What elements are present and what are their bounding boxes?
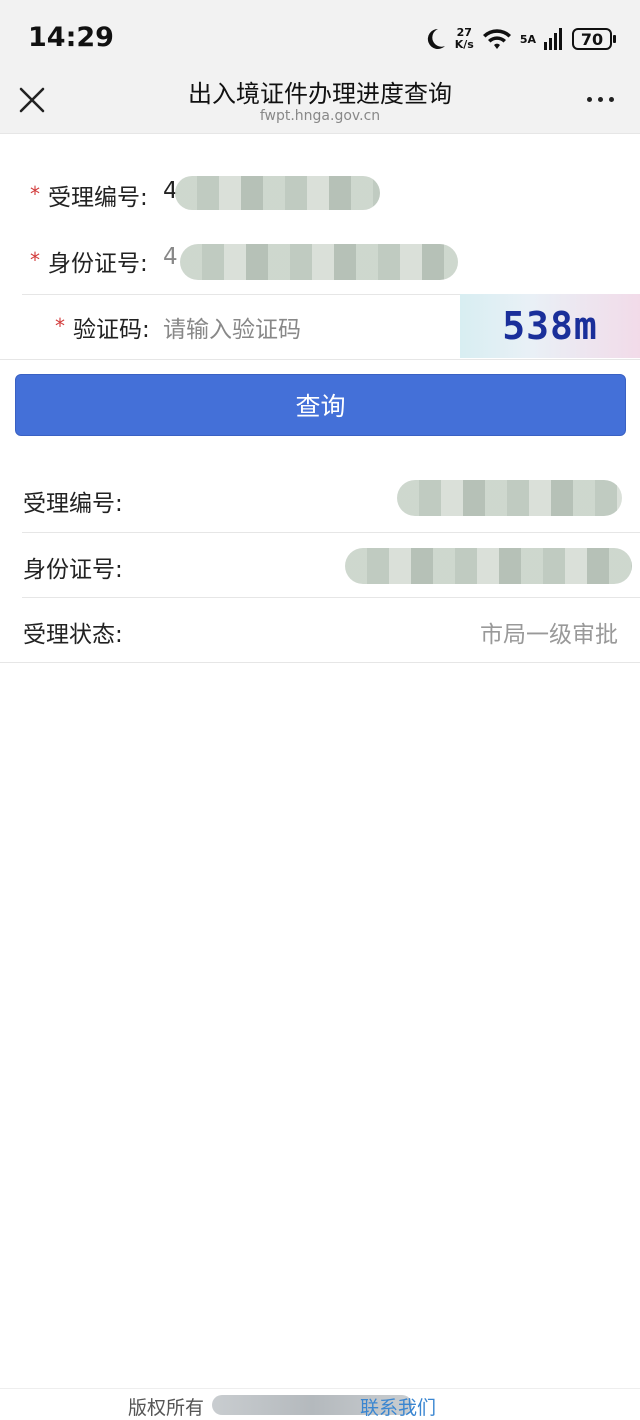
- id-no-label: 身份证号:: [48, 251, 148, 277]
- result-status-value: 市局一级审批: [480, 622, 618, 648]
- page-url: fwpt.hnga.gov.cn: [259, 108, 381, 124]
- status-time: 14:29: [28, 22, 114, 53]
- status-bar: 14:29 27 K/s 5A 70: [0, 0, 640, 62]
- result-status-label: 受理状态:: [23, 622, 123, 648]
- redacted-block: [180, 244, 458, 280]
- result-id-no-row: 身份证号:: [0, 532, 640, 596]
- divider: [0, 662, 640, 663]
- accept-no-field[interactable]: * 受理编号: 4: [0, 162, 640, 226]
- result-id-no-label: 身份证号:: [23, 557, 123, 583]
- captcha-image[interactable]: 538m: [460, 294, 640, 358]
- captcha-label: 验证码:: [73, 317, 150, 343]
- net-speed: 27 K/s: [454, 26, 474, 51]
- signal-icon: [544, 28, 562, 50]
- redacted-block: [175, 176, 380, 210]
- required-mark: *: [55, 314, 65, 338]
- accept-no-label: 受理编号:: [48, 185, 148, 211]
- moon-icon: [427, 28, 445, 49]
- result-accept-no-row: 受理编号:: [0, 466, 640, 530]
- nav-bar: 出入境证件办理进度查询 fwpt.hnga.gov.cn: [0, 62, 640, 134]
- redacted-block: [397, 480, 622, 516]
- divider: [0, 359, 640, 360]
- captcha-input[interactable]: 请输入验证码: [163, 310, 301, 344]
- footer: 版权所有 联系我们: [0, 1388, 640, 1419]
- id-no-field[interactable]: * 身份证号: 4: [0, 228, 640, 292]
- more-menu-icon[interactable]: [587, 97, 614, 102]
- required-mark: *: [30, 248, 40, 272]
- result-status-row: 受理状态: 市局一级审批: [0, 597, 640, 661]
- battery-icon: 70: [572, 28, 616, 50]
- wifi-icon: [482, 29, 511, 49]
- status-icons: 27 K/s 5A 70: [423, 24, 616, 54]
- signal-label: 5A: [519, 32, 536, 46]
- captcha-text: 538m: [502, 304, 598, 348]
- query-button[interactable]: 查询: [15, 374, 626, 436]
- result-accept-no-label: 受理编号:: [23, 491, 123, 517]
- required-mark: *: [30, 182, 40, 206]
- id-no-value[interactable]: 4: [163, 244, 178, 270]
- page-title: 出入境证件办理进度查询: [188, 80, 452, 108]
- redacted-block: [345, 548, 632, 584]
